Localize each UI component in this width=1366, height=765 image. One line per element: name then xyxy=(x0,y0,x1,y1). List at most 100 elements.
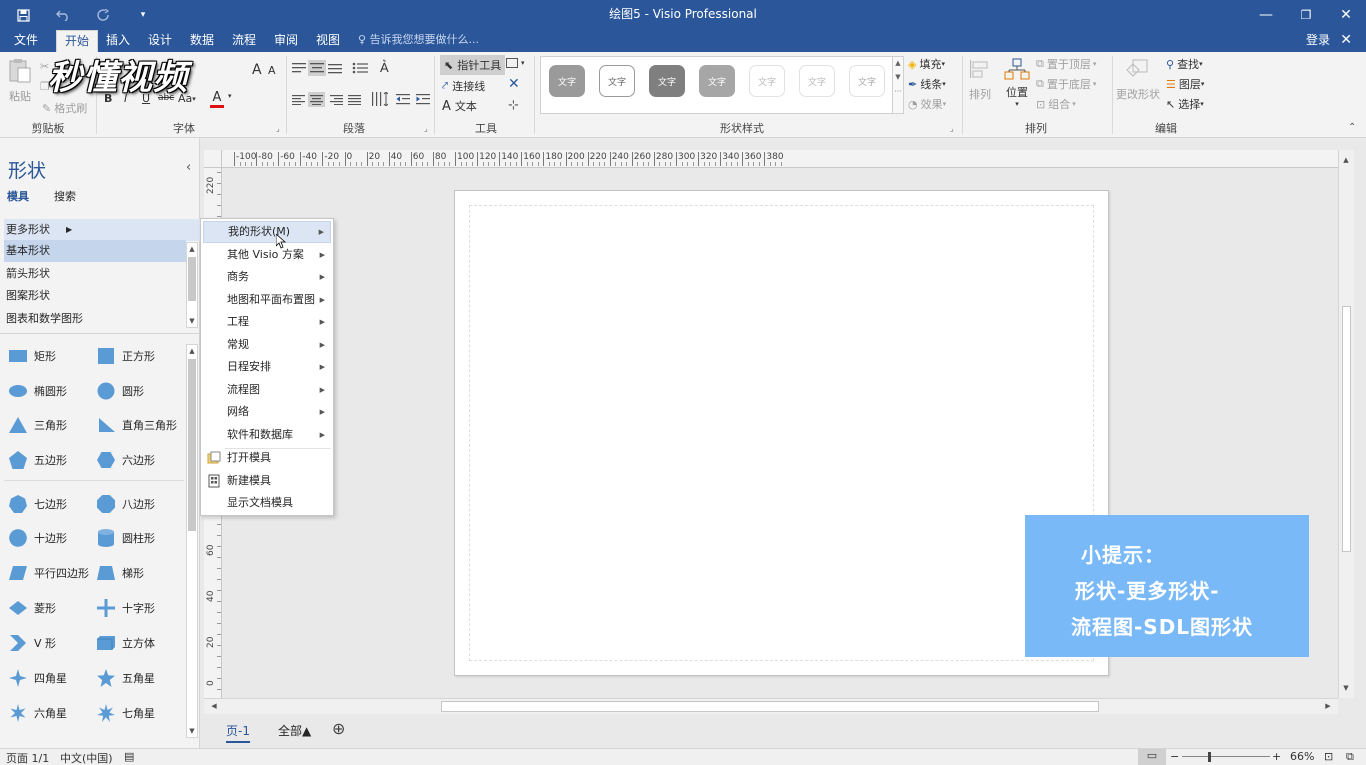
zoom-slider-track[interactable] xyxy=(1182,756,1270,757)
select-button[interactable]: ↖ 选择 ▾ xyxy=(1166,96,1204,112)
decrease-indent-icon[interactable] xyxy=(396,94,410,105)
scroll-thumb[interactable] xyxy=(441,701,1099,712)
menu-item-show-document-stencil[interactable]: 显示文档模具 xyxy=(203,492,331,514)
scroll-thumb[interactable] xyxy=(1342,306,1351,552)
align-button[interactable]: 排列 xyxy=(968,58,992,102)
shape-triangle[interactable]: 三角形 xyxy=(8,413,67,437)
shape-octagon[interactable]: 八边形 xyxy=(96,492,155,516)
all-pages-button[interactable]: 全部▲ xyxy=(278,722,311,739)
tab-view[interactable]: 视图 xyxy=(308,30,348,52)
connector-button[interactable]: ⤤ 连接线 xyxy=(442,78,485,94)
menu-item-maps-floorplans[interactable]: 地图和平面布置图 ▶ xyxy=(203,289,331,311)
tab-data[interactable]: 数据 xyxy=(182,30,222,52)
shape-5-point-star[interactable]: 五角星 xyxy=(96,666,155,690)
collapse-ribbon-icon[interactable]: ⌃ xyxy=(1348,122,1356,133)
menu-item-my-shapes[interactable]: 我的形状(M) ▶ xyxy=(203,221,331,243)
style-swatch[interactable]: 文字 xyxy=(649,65,685,97)
scroll-right-icon[interactable]: ▶ xyxy=(1322,700,1334,712)
shapes-scrollbar[interactable]: ▲ ▼ xyxy=(186,344,198,738)
shape-decagon[interactable]: 十边形 xyxy=(8,526,67,550)
stencil-list-scrollbar[interactable]: ▲ ▼ xyxy=(186,242,198,328)
align-right-icon[interactable] xyxy=(330,94,343,105)
shape-square[interactable]: 正方形 xyxy=(96,344,155,368)
paragraph-dialog-launcher-icon[interactable]: ⌟ xyxy=(424,124,428,133)
scroll-up-icon[interactable]: ▲ xyxy=(186,345,198,357)
restore-button[interactable]: ❐ xyxy=(1286,0,1326,30)
zoom-level[interactable]: 66% xyxy=(1290,750,1314,763)
align-middle-icon[interactable] xyxy=(308,60,326,76)
switch-windows-icon[interactable]: ⧉ xyxy=(1346,750,1354,764)
text-tool-button[interactable]: A 文本 xyxy=(442,98,477,114)
justify-icon[interactable] xyxy=(348,94,361,105)
send-to-back-button[interactable]: ⧉ 置于底层 ▾ xyxy=(1036,76,1096,92)
style-swatch[interactable]: 文字 xyxy=(599,65,635,97)
menu-item-network[interactable]: 网络 ▶ xyxy=(203,401,331,423)
menu-item-other-visio[interactable]: 其他 Visio 方案 ▶ xyxy=(203,244,331,266)
ribbon-close-icon[interactable]: ✕ xyxy=(1340,30,1352,52)
scroll-left-icon[interactable]: ◀ xyxy=(208,700,220,712)
shape-pentagon[interactable]: 五边形 xyxy=(8,448,67,472)
style-swatch[interactable]: 文字 xyxy=(699,65,735,97)
fill-button[interactable]: ◈ 填充 ▾ xyxy=(908,56,945,72)
bullets-icon[interactable] xyxy=(352,62,368,74)
shape-parallelogram[interactable]: 平行四边形 xyxy=(8,561,89,585)
line-spacing-icon[interactable] xyxy=(372,92,388,106)
zoom-slider-thumb[interactable] xyxy=(1208,752,1211,762)
scroll-thumb[interactable] xyxy=(188,257,196,301)
gallery-scroll[interactable]: ▲ ▼ ⋯ xyxy=(892,56,904,114)
zoom-out-button[interactable]: − xyxy=(1170,750,1179,763)
shape-cross[interactable]: 十字形 xyxy=(96,596,155,620)
effect-button[interactable]: ◔ 效果 ▾ xyxy=(908,96,946,112)
styles-dialog-launcher-icon[interactable]: ⌟ xyxy=(950,124,954,133)
connection-point-icon[interactable]: ⊹ xyxy=(508,98,519,113)
style-swatch[interactable]: 文字 xyxy=(849,65,885,97)
style-swatch[interactable]: 文字 xyxy=(749,65,785,97)
shape-ellipse[interactable]: 椭圆形 xyxy=(8,379,67,403)
align-top-icon[interactable] xyxy=(292,62,306,74)
stencil-arrow-shapes[interactable]: 箭头形状 xyxy=(4,263,186,285)
align-left-icon[interactable] xyxy=(292,94,305,105)
tab-file[interactable]: 文件 xyxy=(6,30,46,52)
pointer-tool-button[interactable]: ⬉ 指针工具 xyxy=(440,55,506,75)
close-x-icon[interactable]: ✕ xyxy=(508,76,520,92)
style-swatch[interactable]: 文字 xyxy=(799,65,835,97)
menu-item-flowchart[interactable]: 流程图 ▶ xyxy=(203,379,331,401)
shape-right-triangle[interactable]: 直角三角形 xyxy=(96,413,177,437)
drawing-page[interactable] xyxy=(454,190,1109,676)
grow-font-button[interactable]: A xyxy=(252,62,262,78)
align-bottom-icon[interactable] xyxy=(328,62,342,74)
position-button[interactable]: 位置 ▾ xyxy=(1004,58,1030,108)
bring-to-front-button[interactable]: ⧉ 置于顶层 ▾ xyxy=(1036,56,1096,72)
shape-diamond[interactable]: 菱形 xyxy=(8,596,56,620)
vertical-scrollbar[interactable]: ▲ ▼ xyxy=(1338,150,1354,698)
shrink-font-button[interactable]: A xyxy=(268,64,276,77)
find-button[interactable]: ⚲ 查找 ▾ xyxy=(1166,56,1203,72)
font-color-button[interactable]: A xyxy=(210,90,224,108)
increase-indent-icon[interactable] xyxy=(416,94,430,105)
change-shape-button[interactable]: 更改形状 xyxy=(1116,58,1160,102)
scroll-down-icon[interactable]: ▼ xyxy=(186,725,198,737)
page-tab-1[interactable]: 页-1 xyxy=(226,722,250,743)
group-button[interactable]: ⊡ 组合 ▾ xyxy=(1036,96,1076,112)
shape-7-point-star[interactable]: 七角星 xyxy=(96,701,155,725)
macro-record-icon[interactable]: ▤ xyxy=(124,750,134,763)
align-center-icon[interactable] xyxy=(308,92,325,107)
close-button[interactable]: ✕ xyxy=(1326,0,1366,30)
scroll-up-icon[interactable]: ▲ xyxy=(186,243,198,255)
line-button[interactable]: ✒ 线条 ▾ xyxy=(908,76,946,92)
tab-insert[interactable]: 插入 xyxy=(98,30,138,52)
fit-to-window-icon[interactable]: ⊡ xyxy=(1324,750,1333,763)
scroll-down-icon[interactable]: ▼ xyxy=(186,315,198,327)
stencil-pattern-shapes[interactable]: 图案形状 xyxy=(4,285,186,307)
shape-trapezoid[interactable]: 梯形 xyxy=(96,561,144,585)
layers-button[interactable]: ☰ 图层 ▾ xyxy=(1166,76,1204,92)
tab-home[interactable]: 开始 xyxy=(56,30,99,52)
scroll-thumb[interactable] xyxy=(188,359,196,531)
shape-chevron[interactable]: V 形 xyxy=(8,631,56,655)
stencil-basic-shapes[interactable]: 基本形状 xyxy=(4,240,186,262)
menu-item-engineering[interactable]: 工程 ▶ xyxy=(203,311,331,333)
zoom-in-button[interactable]: + xyxy=(1272,750,1281,763)
style-swatch[interactable]: 文字 xyxy=(549,65,585,97)
menu-item-general[interactable]: 常规 ▶ xyxy=(203,334,331,356)
shape-4-point-star[interactable]: 四角星 xyxy=(8,666,67,690)
